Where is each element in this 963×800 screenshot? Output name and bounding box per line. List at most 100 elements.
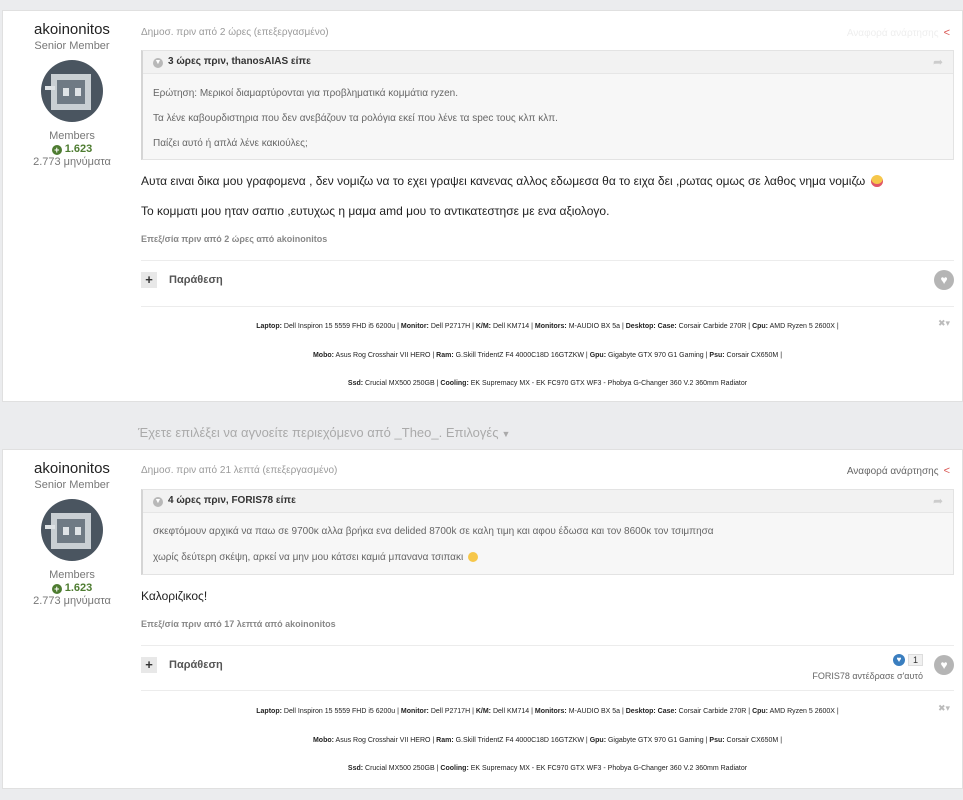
divider	[141, 645, 954, 646]
signature-key: Cpu:	[752, 323, 769, 330]
signature-value: Crucial MX500 250GB |	[363, 765, 441, 772]
signature-value: Gigabyte GTX 970 G1 Gaming |	[606, 737, 710, 744]
signature-key: Gpu:	[589, 737, 607, 744]
signature-value: Corsair Carbide 270R |	[676, 323, 753, 330]
signature-key: Monitor:	[400, 323, 429, 330]
edited-note: Επεξ/σία πριν από 17 λεπτά από akoinonit…	[141, 619, 336, 629]
signature-value: M-AUDIO BX 5a |	[566, 708, 626, 715]
signature-value: EK Supremacy MX - EK FC970 GTX WF3 - Pho…	[468, 380, 748, 387]
author-panel: akoinonitos Senior Member Members +1.623…	[3, 11, 141, 168]
quote-line: Τα λένε καβουρδιστηρια που δεν ανεβάζουν…	[153, 113, 558, 124]
signature-value: Dell Inspiron 15 5559 FHD i5 6200u |	[281, 323, 401, 330]
post-2: akoinonitos Senior Member Members +1.623…	[2, 449, 963, 789]
quote-button[interactable]: + Παράθεση	[141, 272, 223, 288]
chevron-down-icon[interactable]: ▼	[153, 58, 163, 68]
author-name[interactable]: akoinonitos	[3, 460, 141, 477]
signature-key: Cpu:	[752, 708, 769, 715]
signature-key: Mobo:	[312, 737, 334, 744]
divider	[141, 306, 954, 307]
report-post-link[interactable]: Αναφορά ανάρτησης <	[847, 465, 950, 477]
signature-key: Mobo:	[312, 352, 334, 359]
reaction-summary[interactable]: ♥ 1	[892, 651, 923, 669]
quote-header: ▼ 4 ώρες πριν, FORIS78 είπε ➦	[143, 490, 953, 513]
author-rank: Senior Member	[34, 40, 110, 52]
signature-value: Dell KM714 |	[491, 708, 535, 715]
post-count: 2.773 μηνύματα	[33, 156, 111, 168]
author-group: Members	[49, 130, 95, 142]
caret-down-icon: ▼	[501, 429, 511, 439]
avatar[interactable]	[41, 499, 103, 561]
quote-block: ▼ 3 ώρες πριν, thanosAIAS είπε ➦ Ερώτηση:…	[141, 50, 954, 160]
signature-key: Gpu:	[589, 352, 607, 359]
signature-value: EK Supremacy MX - EK FC970 GTX WF3 - Pho…	[468, 765, 748, 772]
post-1: akoinonitos Senior Member Members +1.623…	[2, 10, 963, 402]
signature-key: Desktop: Case:	[625, 323, 677, 330]
body-line: Αυτα ειναι δικα μου γραφομενα , δεν νομι…	[141, 174, 866, 188]
post-content: Δημοσ. πριν από 21 λεπτά (επεξεργασμένο)…	[141, 450, 954, 788]
signature-value: G.Skill TridentZ F4 4000C18D 16GTZKW |	[453, 352, 590, 359]
quote-line: χωρίς δεύτερη σκέψη, αρκεί να μην μου κά…	[143, 552, 478, 563]
body-line: Το κομματι μου ηταν σαπιο ,ευτυχως η μαμ…	[141, 204, 610, 218]
signature-key: K/M:	[475, 708, 492, 715]
signature-key: K/M:	[475, 323, 492, 330]
quote-line: Παίζει αυτό ή απλά λένε κακιούλες;	[153, 138, 308, 149]
tongue-emoji-icon	[870, 175, 883, 187]
signature-key: Desktop: Case:	[625, 708, 677, 715]
quote-header: ▼ 3 ώρες πριν, thanosAIAS είπε ➦	[143, 51, 953, 74]
author-panel: akoinonitos Senior Member Members +1.623…	[3, 450, 141, 607]
share-icon[interactable]: <	[944, 465, 950, 477]
report-post-link[interactable]: Αναφορά ανάρτησης <	[847, 27, 950, 39]
grimace-emoji-icon	[467, 552, 478, 562]
signature-value: G.Skill TridentZ F4 4000C18D 16GTZKW |	[453, 737, 590, 744]
signature-key: Ssd:	[347, 765, 364, 772]
post-count: 2.773 μηνύματα	[33, 595, 111, 607]
heart-react-icon[interactable]: ♥	[934, 270, 954, 290]
signature-value: Dell P2717H |	[428, 708, 476, 715]
signature-line-3: Ssd: Crucial MX500 250GB | Cooling: EK S…	[141, 380, 954, 387]
signature-key: Monitors:	[534, 323, 567, 330]
signature-value: AMD Ryzen 5 2600X |	[768, 708, 839, 715]
signature-line-2: Mobo: Asus Rog Crosshair VII HERO | Ram:…	[141, 352, 954, 359]
signature-value: Corsair Carbide 270R |	[676, 708, 753, 715]
quote-link-icon[interactable]: ➦	[933, 490, 943, 512]
heart-react-icon[interactable]: ♥	[934, 655, 954, 675]
signature-line-1: Laptop: Dell Inspiron 15 5559 FHD i5 620…	[141, 323, 954, 330]
signature-value: Gigabyte GTX 970 G1 Gaming |	[606, 352, 710, 359]
plus-icon: +	[51, 584, 62, 594]
post-meta[interactable]: Δημοσ. πριν από 21 λεπτά (επεξεργασμένο)	[141, 465, 337, 476]
quote-block: ▼ 4 ώρες πριν, FORIS78 είπε ➦ σκεφτόμουν …	[141, 489, 954, 575]
signature-value: Asus Rog Crosshair VII HERO |	[333, 352, 437, 359]
signature-value: Dell KM714 |	[491, 323, 535, 330]
signature-value: Corsair CX650M |	[724, 352, 783, 359]
divider	[141, 690, 954, 691]
reaction-by-text[interactable]: FORIS78 αντέδρασε σ'αυτό	[812, 671, 923, 681]
signature-value: Asus Rog Crosshair VII HERO |	[333, 737, 437, 744]
signature-key: Cooling:	[440, 380, 469, 387]
share-icon[interactable]: <	[944, 27, 950, 39]
reputation-badge: +1.623	[3, 143, 141, 155]
signature-key: Psu:	[709, 737, 725, 744]
quote-button[interactable]: + Παράθεση	[141, 657, 223, 673]
plus-icon: +	[51, 145, 62, 155]
reputation-badge: +1.623	[3, 582, 141, 594]
ignored-content-notice[interactable]: Έχετε επιλέξει να αγνοείτε περιεχόμενο α…	[138, 425, 510, 440]
signature-value: M-AUDIO BX 5a |	[566, 323, 626, 330]
signature-key: Cooling:	[440, 765, 469, 772]
post-meta[interactable]: Δημοσ. πριν από 2 ώρες (επεξεργασμένο)	[141, 27, 329, 38]
divider	[141, 260, 954, 261]
chevron-down-icon[interactable]: ▼	[153, 497, 163, 507]
quote-line: σκεφτόμουν αρχικά να παω σε 9700κ αλλα β…	[153, 526, 714, 537]
signature-value: Corsair CX650M |	[724, 737, 783, 744]
body-line: Καλοριζικος!	[141, 589, 208, 603]
author-name[interactable]: akoinonitos	[3, 21, 141, 38]
signature-key: Monitors:	[534, 708, 567, 715]
edited-note: Επεξ/σία πριν από 2 ώρες από akoinonitos	[141, 234, 328, 244]
reaction-count: 1	[907, 653, 923, 666]
quote-link-icon[interactable]: ➦	[933, 51, 943, 73]
signature-key: Ram:	[436, 352, 454, 359]
signature-key: Monitor:	[400, 708, 429, 715]
signature-value: Dell Inspiron 15 5559 FHD i5 6200u |	[281, 708, 401, 715]
avatar[interactable]	[41, 60, 103, 122]
signature-value: Crucial MX500 250GB |	[363, 380, 441, 387]
signature-line-3: Ssd: Crucial MX500 250GB | Cooling: EK S…	[141, 765, 954, 772]
